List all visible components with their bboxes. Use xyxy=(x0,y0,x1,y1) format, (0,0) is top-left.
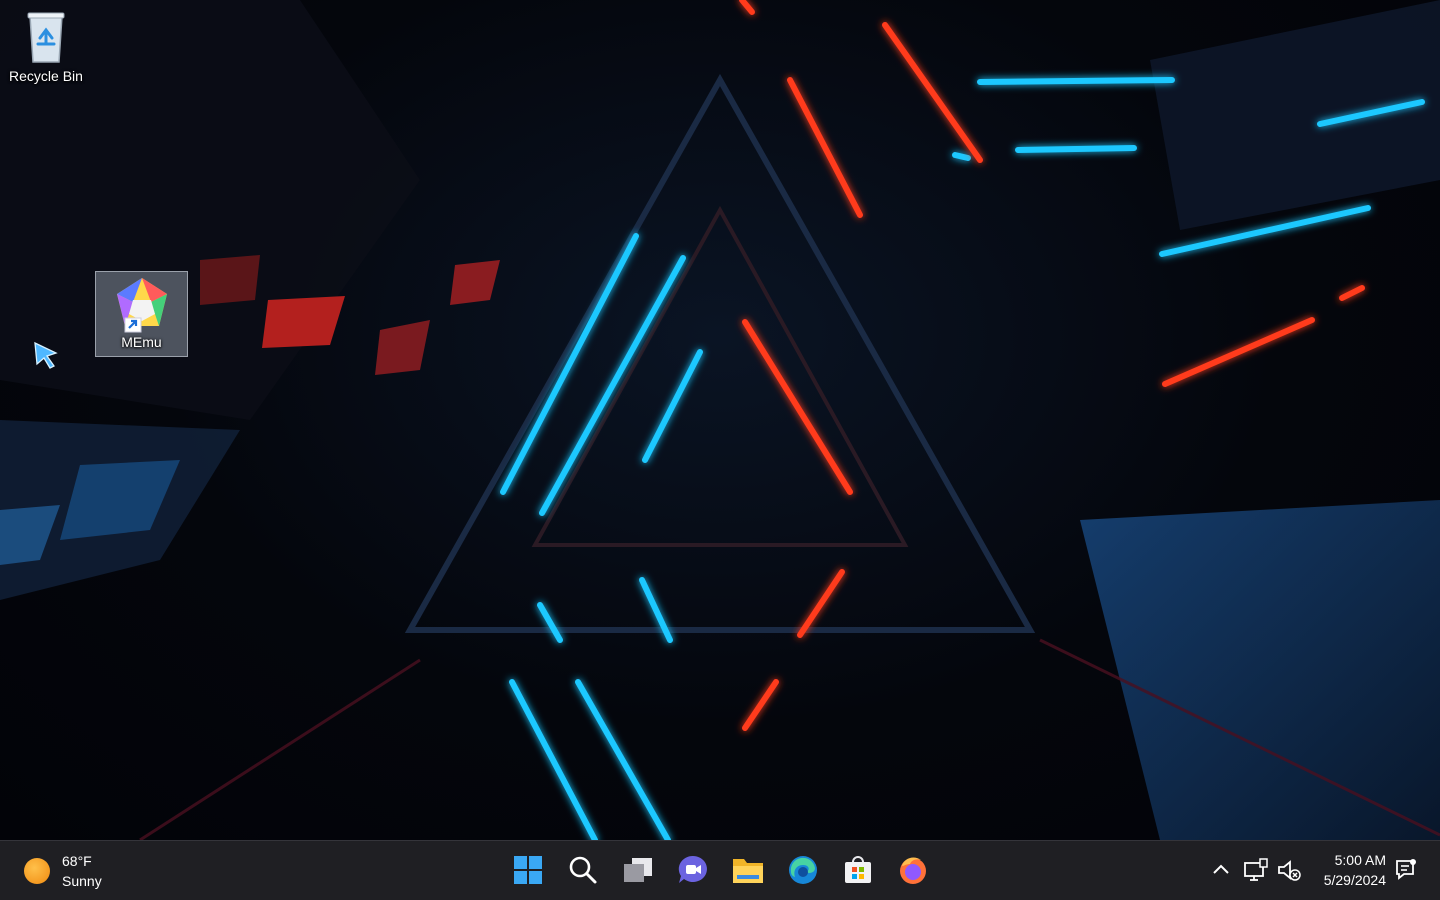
desktop-icon-recycle-bin[interactable]: Recycle Bin xyxy=(0,6,92,84)
memu-icon xyxy=(116,278,167,333)
clock[interactable]: 5:00 AM 5/29/2024 xyxy=(1324,850,1386,890)
edge-icon xyxy=(789,856,817,884)
recycle-bin-icon xyxy=(27,12,65,63)
chat-button[interactable] xyxy=(670,847,716,893)
weather-widget[interactable]: 68°F Sunny xyxy=(24,849,102,893)
file-explorer-button[interactable] xyxy=(725,847,771,893)
store-button[interactable] xyxy=(835,847,881,893)
wallpaper xyxy=(0,0,1440,840)
store-icon xyxy=(845,856,871,883)
weather-condition: Sunny xyxy=(62,873,102,889)
taskbar: 68°F Sunny 5:00 AM 5/29/2024 xyxy=(0,840,1440,900)
search-icon xyxy=(569,856,597,884)
desktop-icon-memu[interactable]: MEmu xyxy=(95,271,188,357)
firefox-icon xyxy=(900,857,926,884)
notification-center-icon[interactable] xyxy=(1393,857,1419,883)
task-view-button[interactable] xyxy=(615,847,661,893)
show-hidden-icons-chevron-icon[interactable] xyxy=(1208,857,1234,883)
network-icon[interactable] xyxy=(1242,857,1270,885)
weather-temperature: 68°F xyxy=(62,853,92,869)
sun-icon xyxy=(24,858,50,884)
firefox-button[interactable] xyxy=(890,847,936,893)
memu-label: MEmu xyxy=(121,334,162,350)
mouse-cursor-icon xyxy=(34,341,58,369)
start-button[interactable] xyxy=(505,847,551,893)
recycle-bin-label: Recycle Bin xyxy=(9,68,83,84)
volume-muted-icon[interactable] xyxy=(1276,857,1302,883)
folder-icon xyxy=(733,859,763,883)
windows-start-icon xyxy=(514,856,542,884)
search-button[interactable] xyxy=(560,847,606,893)
task-view-icon xyxy=(624,858,652,882)
desktop[interactable]: Recycle Bin MEmu xyxy=(0,0,1440,840)
clock-time: 5:00 AM xyxy=(1334,852,1386,868)
teams-chat-icon xyxy=(678,855,707,883)
edge-button[interactable] xyxy=(780,847,826,893)
clock-date: 5/29/2024 xyxy=(1323,872,1386,888)
